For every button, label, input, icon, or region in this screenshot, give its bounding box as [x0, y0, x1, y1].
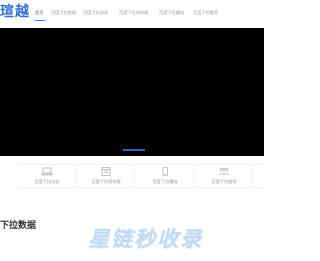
nav-item-dropdown-news[interactable]: 百度下拉动态 — [83, 10, 108, 16]
hero-banner[interactable] — [0, 28, 264, 156]
feature-item-howto[interactable]: 百度下拉如何做 — [77, 165, 135, 187]
site-header: 瑄越 首页 百度下拉数据 百度下拉动态 百度下拉如何做 百度下拉赚钱 百度下拉推… — [0, 0, 264, 26]
phone-icon — [162, 167, 168, 176]
feature-row: 百度下拉动态 百度下拉如何做 百度下拉赚钱 百度下拉推荐 — [18, 164, 264, 188]
nav-item-home[interactable]: 首页 — [35, 10, 43, 16]
nav-item-dropdown-howto[interactable]: 百度下拉如何做 — [119, 10, 148, 16]
site-logo[interactable]: 瑄越 — [0, 4, 30, 20]
feature-label: 百度下拉动态 — [34, 179, 60, 184]
nav-item-dropdown-recommend[interactable]: 百度下拉推荐 — [193, 10, 218, 16]
feature-item-news[interactable]: 百度下拉动态 — [18, 165, 76, 187]
nav-item-dropdown-data[interactable]: 百度下拉数据 — [51, 10, 76, 16]
section-title: 下拉数据 — [0, 221, 37, 231]
people-icon — [219, 167, 229, 176]
feature-item-earn[interactable]: 百度下拉赚钱 — [136, 165, 194, 187]
watermark-text: 星链秒收录 — [88, 227, 203, 251]
feature-label: 百度下拉如何做 — [91, 179, 121, 184]
browser-window-icon — [101, 167, 111, 176]
nav-active-underline — [35, 20, 45, 22]
feature-item-recommend[interactable]: 百度下拉推荐 — [195, 165, 253, 187]
feature-label: 百度下拉推荐 — [211, 179, 237, 184]
slider-indicator[interactable] — [123, 149, 145, 151]
nav-item-dropdown-earn[interactable]: 百度下拉赚钱 — [159, 10, 184, 16]
feature-label: 百度下拉赚钱 — [152, 179, 178, 184]
laptop-icon — [41, 167, 53, 176]
